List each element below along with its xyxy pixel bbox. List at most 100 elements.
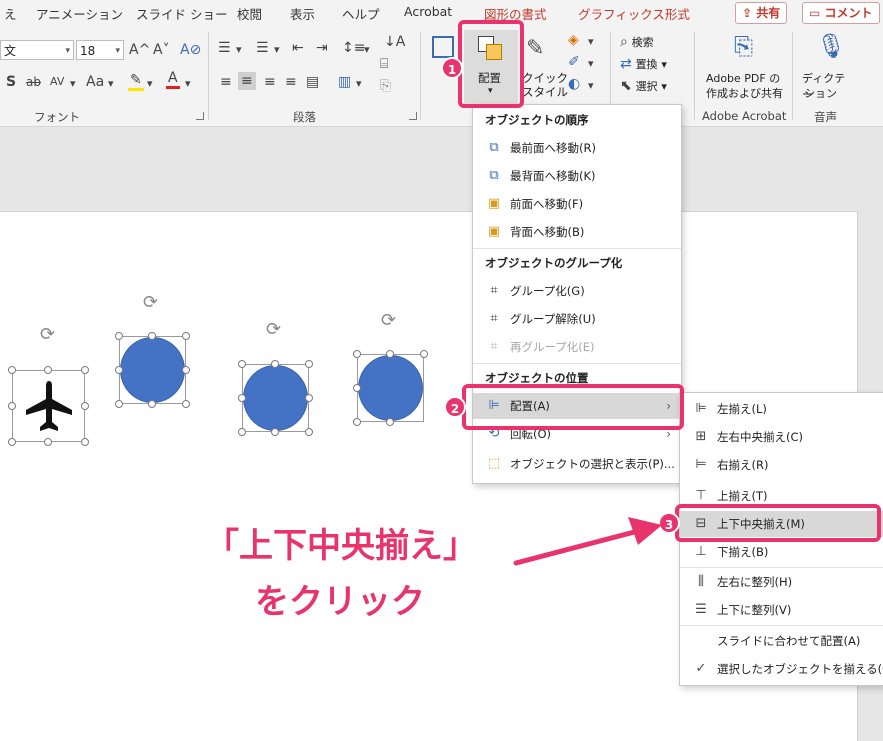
airplane-icon[interactable]: [20, 377, 78, 435]
shadow-button[interactable]: S: [6, 74, 16, 90]
dictate-button[interactable]: 🎙 ディクテー ション: [798, 30, 856, 104]
resize-handle[interactable]: [44, 438, 52, 446]
tab-slideshow[interactable]: スライド ショー: [136, 4, 227, 23]
distribute-text-icon[interactable]: ▤: [306, 74, 319, 90]
resize-handle[interactable]: [115, 400, 123, 408]
resize-handle[interactable]: [148, 332, 156, 340]
tab-graphics-format[interactable]: グラフィックス形式: [578, 4, 690, 23]
text-direction-icon[interactable]: ↓A: [384, 34, 405, 50]
clear-format-icon[interactable]: A⊘: [180, 42, 201, 58]
grow-font-icon[interactable]: A^: [129, 42, 150, 58]
justify-text-icon[interactable]: ≡: [285, 74, 297, 90]
line-spacing-icon[interactable]: ↕≡: [342, 40, 365, 56]
menu-item-distribute-vertical[interactable]: ☰ 上下に整列(V): [680, 597, 883, 623]
quick-style-button[interactable]: ✎ クイック スタイル: [520, 34, 570, 108]
paragraph-dialog-launcher[interactable]: [409, 112, 417, 120]
menu-item-align-to-slide[interactable]: スライドに合わせて配置(A): [680, 628, 883, 654]
menu-item-send-to-back[interactable]: ⧉ 最背面へ移動(K): [473, 163, 681, 189]
change-case-button[interactable]: Aa: [86, 74, 104, 90]
resize-handle[interactable]: [115, 332, 123, 340]
rotate-handle-icon[interactable]: ⟳: [266, 321, 281, 339]
font-dialog-launcher[interactable]: [196, 112, 204, 120]
align-text-icon[interactable]: ⌸: [380, 56, 388, 72]
menu-item-align-right[interactable]: ⊨ 右揃え(R): [680, 452, 883, 478]
resize-handle[interactable]: [8, 366, 16, 374]
tab-review[interactable]: 校閲: [237, 4, 262, 23]
resize-handle[interactable]: [305, 360, 313, 368]
resize-handle[interactable]: [182, 400, 190, 408]
resize-handle[interactable]: [8, 438, 16, 446]
rotate-handle-icon[interactable]: ⟳: [143, 294, 158, 312]
resize-handle[interactable]: [353, 350, 361, 358]
resize-handle[interactable]: [148, 400, 156, 408]
resize-handle[interactable]: [238, 428, 246, 436]
center-text-icon[interactable]: ≡: [238, 72, 256, 90]
char-spacing-button[interactable]: AV: [50, 74, 64, 90]
tab-design-partial[interactable]: え: [4, 4, 17, 23]
circle-shape[interactable]: [243, 365, 308, 431]
select-button[interactable]: ⬉ 選択 ▾: [620, 78, 667, 94]
decrease-indent-icon[interactable]: ⇤: [292, 40, 304, 56]
shrink-font-icon[interactable]: A˅: [153, 42, 170, 58]
align-left-text-icon[interactable]: ≡: [220, 74, 232, 90]
font-color-icon[interactable]: A: [166, 70, 180, 89]
replace-button[interactable]: ⇄ 置換 ▾: [620, 56, 667, 72]
resize-handle[interactable]: [271, 428, 279, 436]
menu-item-bring-to-front[interactable]: ⧉ 最前面へ移動(R): [473, 135, 681, 161]
resize-handle[interactable]: [353, 384, 361, 392]
shape-effects-icon[interactable]: ◐: [568, 76, 580, 92]
tab-help[interactable]: ヘルプ: [342, 4, 380, 23]
shapes-icon[interactable]: [432, 36, 454, 58]
find-button[interactable]: ⌕ 検索: [620, 34, 654, 50]
menu-item-bring-forward[interactable]: ▣ 前面へ移動(F): [473, 191, 681, 217]
menu-item-align-left[interactable]: ⊫ 左揃え(L): [680, 396, 883, 422]
resize-handle[interactable]: [81, 402, 89, 410]
increase-indent-icon[interactable]: ⇥: [316, 40, 328, 56]
tab-acrobat[interactable]: Acrobat: [404, 4, 452, 19]
rotate-handle-icon[interactable]: ⟳: [40, 326, 55, 344]
menu-item-ungroup[interactable]: ⌗ グループ解除(U): [473, 306, 681, 332]
menu-item-align-center[interactable]: ⊞ 左右中央揃え(C): [680, 424, 883, 450]
comment-button[interactable]: ▭ コメント: [802, 2, 880, 24]
resize-handle[interactable]: [386, 418, 394, 426]
smartart-icon[interactable]: ⎘: [380, 78, 391, 94]
resize-handle[interactable]: [271, 360, 279, 368]
menu-item-selection-pane[interactable]: ⬚ オブジェクトの選択と表示(P)...: [473, 451, 681, 477]
resize-handle[interactable]: [81, 438, 89, 446]
resize-handle[interactable]: [420, 350, 428, 358]
align-right-text-icon[interactable]: ≡: [264, 74, 276, 90]
menu-item-distribute-horizontal[interactable]: ⫼ 左右に整列(H): [680, 569, 883, 595]
circle-shape[interactable]: [120, 337, 185, 403]
menu-item-align-selected[interactable]: ✓ 選択したオブジェクトを揃える(O): [680, 656, 883, 682]
numbering-icon[interactable]: ☰: [256, 40, 269, 56]
shape-fill-icon[interactable]: ◈: [568, 32, 579, 48]
shape-outline-icon[interactable]: ✐: [568, 54, 580, 70]
resize-handle[interactable]: [386, 350, 394, 358]
resize-handle[interactable]: [81, 366, 89, 374]
adobe-pdf-button[interactable]: ⎘ Adobe PDF の 作成および共有: [700, 30, 790, 104]
columns-icon[interactable]: ▥: [338, 74, 351, 90]
share-button[interactable]: ⇪ 共有: [735, 2, 788, 24]
font-size-combo[interactable]: 18 ▾: [76, 40, 124, 60]
resize-handle[interactable]: [44, 366, 52, 374]
tab-view[interactable]: 表示: [290, 4, 315, 23]
resize-handle[interactable]: [305, 428, 313, 436]
resize-handle[interactable]: [238, 360, 246, 368]
resize-handle[interactable]: [305, 394, 313, 402]
resize-handle[interactable]: [182, 332, 190, 340]
menu-item-send-backward[interactable]: ▣ 背面へ移動(B): [473, 219, 681, 245]
resize-handle[interactable]: [238, 394, 246, 402]
bullets-icon[interactable]: ☰: [218, 40, 231, 56]
resize-handle[interactable]: [353, 418, 361, 426]
highlighter-icon[interactable]: ✎: [128, 72, 144, 91]
resize-handle[interactable]: [115, 366, 123, 374]
rotate-handle-icon[interactable]: ⟳: [381, 312, 396, 330]
resize-handle[interactable]: [182, 366, 190, 374]
menu-item-group[interactable]: ⌗ グループ化(G): [473, 278, 681, 304]
circle-shape[interactable]: [358, 355, 423, 421]
tab-animations[interactable]: アニメーション: [36, 4, 123, 23]
strikethrough-button[interactable]: ab: [26, 74, 41, 90]
resize-handle[interactable]: [8, 402, 16, 410]
font-name-combo[interactable]: 文 ▾: [0, 40, 74, 60]
menu-item-align-bottom[interactable]: ⊥ 下揃え(B): [680, 539, 883, 565]
